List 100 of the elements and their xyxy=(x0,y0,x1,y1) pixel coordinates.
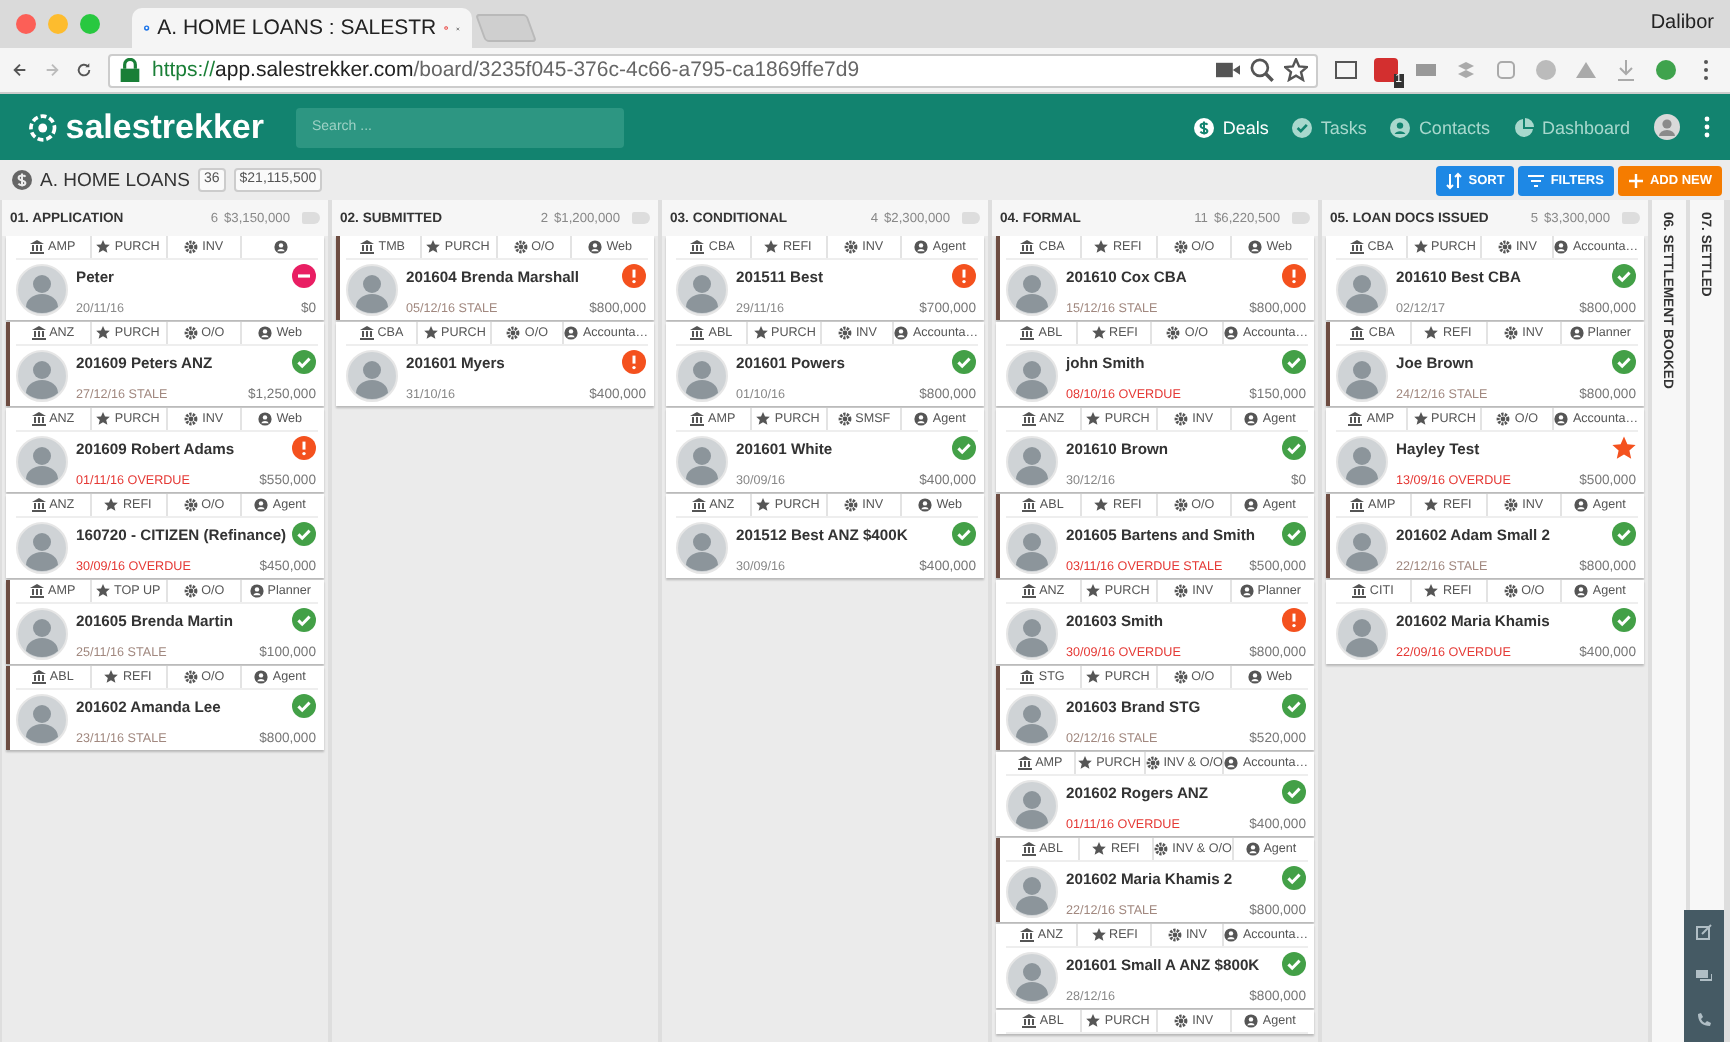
bank-icon xyxy=(1021,584,1036,598)
gear-icon xyxy=(184,240,199,254)
browser-tab[interactable]: A. HOME LOANS : SALESTR xyxy=(132,8,472,48)
person-icon xyxy=(914,412,929,426)
person-icon xyxy=(1574,498,1589,512)
person-icon xyxy=(1239,584,1254,598)
star-icon xyxy=(1078,756,1093,770)
avatar-icon xyxy=(1006,866,1058,918)
gear-icon xyxy=(506,326,521,340)
star-icon xyxy=(753,326,768,340)
star-icon xyxy=(1413,412,1428,426)
zoom-icon[interactable] xyxy=(1250,58,1274,82)
person-icon xyxy=(1224,928,1239,942)
avatar-icon xyxy=(16,608,68,660)
person-icon xyxy=(1224,756,1239,770)
chat-icon[interactable] xyxy=(1696,968,1712,984)
bank-icon xyxy=(1350,498,1365,512)
bookmark-star-icon[interactable] xyxy=(1284,58,1308,82)
person-icon xyxy=(1248,670,1263,684)
gear-icon xyxy=(513,240,528,254)
profile-name[interactable]: Dalibor xyxy=(1650,12,1714,34)
close-window-icon[interactable] xyxy=(16,14,36,34)
dollar-icon xyxy=(1194,117,1215,137)
star-icon xyxy=(756,498,771,512)
extension-icon[interactable] xyxy=(1534,58,1558,82)
video-camera-icon[interactable] xyxy=(1216,58,1240,82)
bank-icon xyxy=(1017,756,1032,770)
bank-icon xyxy=(1350,326,1365,340)
star-icon xyxy=(96,412,111,426)
star-icon xyxy=(756,412,771,426)
extension-icon[interactable] xyxy=(1454,58,1478,82)
gear-icon xyxy=(1504,326,1519,340)
gear-icon xyxy=(1504,498,1519,512)
avatar-icon xyxy=(676,436,728,488)
star-icon xyxy=(1091,326,1106,340)
avatar-icon xyxy=(1336,436,1388,488)
more-options-icon[interactable] xyxy=(1704,116,1710,138)
person-icon xyxy=(564,326,579,340)
gear-icon xyxy=(837,326,852,340)
extension-icon[interactable] xyxy=(1414,58,1438,82)
back-icon[interactable] xyxy=(12,58,28,82)
phone-icon[interactable] xyxy=(1696,1012,1712,1028)
gear-icon xyxy=(1154,842,1169,856)
dollar-icon xyxy=(12,170,32,190)
person-icon xyxy=(1554,412,1569,426)
star-icon xyxy=(764,240,779,254)
forward-icon[interactable] xyxy=(44,58,60,82)
person-icon xyxy=(1224,326,1239,340)
person-icon xyxy=(258,326,273,340)
avatar-icon xyxy=(1006,264,1058,316)
cast-icon[interactable] xyxy=(1334,58,1358,82)
person-icon xyxy=(1244,412,1259,426)
star-icon xyxy=(426,240,441,254)
gear-icon xyxy=(1503,584,1518,598)
address-bar[interactable]: https://app.salestrekker.com/board/3235f045-376c-4c66-a795-ca1869ffe7d9 xyxy=(108,53,1318,87)
nav-link[interactable]: Deals xyxy=(1194,117,1269,137)
bank-icon xyxy=(690,326,705,340)
avatar-icon xyxy=(1006,780,1058,832)
gear-icon xyxy=(1166,326,1181,340)
bank-icon xyxy=(1021,498,1036,512)
avatar-icon xyxy=(16,264,68,316)
avatar-icon xyxy=(1006,608,1058,660)
extension-icon[interactable] xyxy=(1574,58,1598,82)
extension-icon[interactable] xyxy=(1614,58,1638,82)
bank-icon xyxy=(691,498,706,512)
avatar-icon xyxy=(16,694,68,746)
star-icon xyxy=(1086,584,1101,598)
reload-icon[interactable] xyxy=(76,58,92,82)
gear-icon xyxy=(1497,240,1512,254)
avatar-icon xyxy=(16,350,68,402)
gear-icon xyxy=(1173,498,1188,512)
board-title[interactable]: A. HOME LOANS xyxy=(40,169,190,191)
avatar-icon xyxy=(1006,694,1058,746)
avatar-icon[interactable] xyxy=(1654,114,1680,140)
bank-icon xyxy=(1349,240,1364,254)
avatar-icon xyxy=(676,264,728,316)
star-icon xyxy=(1424,498,1439,512)
avatar-icon xyxy=(1336,522,1388,574)
star-icon xyxy=(96,584,111,598)
gear-icon xyxy=(1174,584,1189,598)
check-icon xyxy=(1292,117,1313,137)
url-text: https://app.salestrekker.com/board/3235f045-376c-4c66-a795-ca1869ffe7d9 xyxy=(152,58,862,82)
extension-icon[interactable] xyxy=(1654,58,1678,82)
new-tab-button[interactable] xyxy=(474,14,538,42)
person-icon xyxy=(588,240,603,254)
person-icon xyxy=(1574,584,1589,598)
avatar-icon xyxy=(16,522,68,574)
gear-icon xyxy=(1174,412,1189,426)
person-icon xyxy=(1244,498,1259,512)
extension-icon[interactable] xyxy=(1494,58,1518,82)
bank-icon xyxy=(31,670,46,684)
bank-icon xyxy=(1019,928,1034,942)
star-icon xyxy=(1424,584,1439,598)
edit-icon[interactable] xyxy=(1696,924,1712,940)
plus-icon xyxy=(1627,171,1644,189)
avatar-icon xyxy=(1006,436,1058,488)
bank-icon xyxy=(31,326,46,340)
avatar-icon xyxy=(346,264,398,316)
person-icon xyxy=(1248,240,1263,254)
maximize-window-icon[interactable] xyxy=(80,14,100,34)
